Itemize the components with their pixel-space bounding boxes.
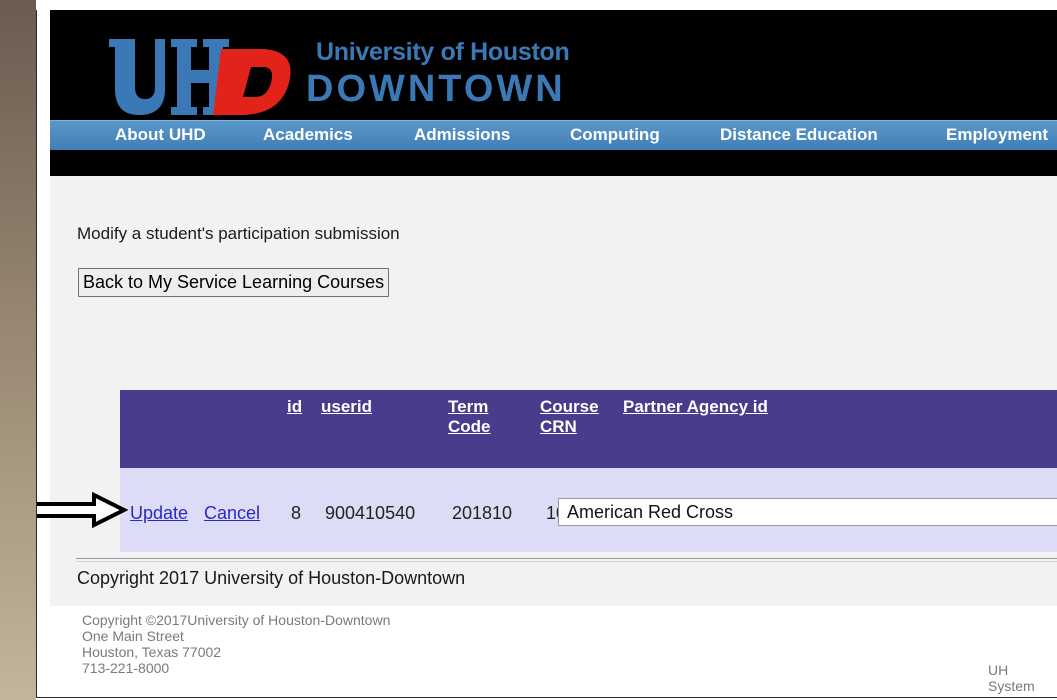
- footer-uh-system-link[interactable]: UH System: [988, 662, 1057, 694]
- partner-agency-input[interactable]: [558, 498, 1057, 526]
- nav-distance-education[interactable]: Distance Education: [720, 125, 878, 145]
- sort-userid-link[interactable]: userid: [321, 397, 372, 417]
- sort-course-crn-link[interactable]: Course CRN: [540, 397, 612, 437]
- back-to-courses-button[interactable]: Back to My Service Learning Courses: [78, 268, 390, 297]
- horizontal-divider: [76, 558, 1057, 562]
- browser-page: University of Houston DOWNTOWN About UHD…: [36, 10, 1057, 698]
- top-margin: [36, 0, 1057, 10]
- cell-term-code: 201810: [452, 503, 513, 523]
- brand-university: University of Houston: [316, 38, 570, 66]
- main-nav: About UHD Academics Admissions Computing…: [50, 120, 1057, 151]
- desktop-gutter: [0, 0, 36, 700]
- brand-downtown: DOWNTOWN: [306, 68, 566, 110]
- footer-copyright: Copyright ©2017University of Houston-Dow…: [82, 612, 391, 628]
- sort-partner-agency-link[interactable]: Partner Agency id: [623, 397, 768, 417]
- site-header: University of Houston DOWNTOWN About UHD…: [50, 10, 1057, 176]
- footer-street: One Main Street: [82, 628, 184, 644]
- cancel-link[interactable]: Cancel: [204, 503, 260, 524]
- nav-academics[interactable]: Academics: [263, 125, 353, 145]
- footer-phone: 713-221-8000: [82, 660, 170, 676]
- nav-admissions[interactable]: Admissions: [414, 125, 510, 145]
- nav-computing[interactable]: Computing: [570, 125, 660, 145]
- site-footer: Copyright ©2017University of Houston-Dow…: [50, 606, 1057, 697]
- update-link[interactable]: Update: [130, 503, 188, 524]
- main-content: Modify a student's participation submiss…: [37, 176, 1057, 606]
- cell-id: 8: [291, 503, 302, 523]
- cell-userid: 900410540: [325, 503, 416, 523]
- footer-city: Houston, Texas 77002: [82, 644, 222, 660]
- nav-bottom-strip: [50, 150, 1057, 176]
- uhd-logo[interactable]: [105, 37, 295, 117]
- sort-id-link[interactable]: id: [287, 397, 302, 417]
- grid-header-row: id userid Term Code Course CRN Partner A…: [120, 390, 1057, 468]
- sort-term-code-link[interactable]: Term Code: [448, 397, 508, 437]
- right-arrow-icon: [37, 492, 128, 528]
- page-heading: Modify a student's participation submiss…: [77, 224, 400, 243]
- nav-about-uhd[interactable]: About UHD: [115, 125, 206, 145]
- page-copyright: Copyright 2017 University of Houston-Dow…: [77, 568, 466, 588]
- header-banner: University of Houston DOWNTOWN: [50, 10, 1057, 120]
- nav-employment[interactable]: Employment: [946, 125, 1048, 145]
